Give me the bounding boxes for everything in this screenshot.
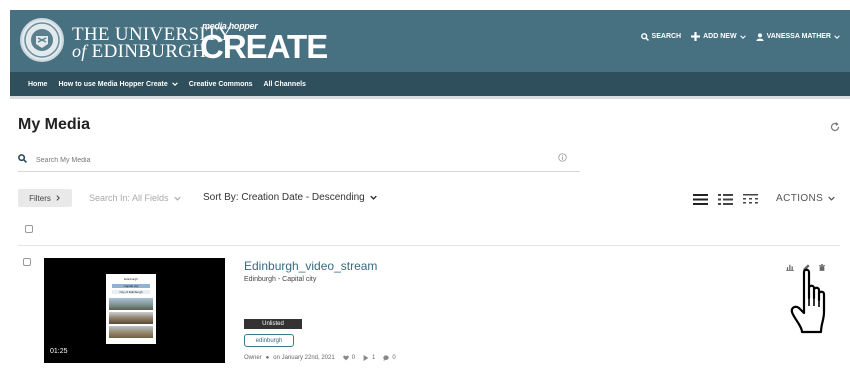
- select-all-checkbox[interactable]: [25, 225, 33, 233]
- actions-label: ACTIONS: [776, 193, 824, 204]
- header-actions: SEARCH ADD NEW VANESSA MATHER: [640, 32, 840, 41]
- thumbnail-slide-band: Capital city: [112, 284, 150, 288]
- thumbnail-slide-preview: Edinburgh Capital city City of Edinburgh: [106, 274, 156, 344]
- header-search-button[interactable]: SEARCH: [640, 32, 682, 41]
- nav-item-all-channels[interactable]: All Channels: [264, 81, 306, 88]
- meta-separator-dot: ●: [265, 355, 270, 361]
- entry-checkbox[interactable]: [23, 258, 31, 266]
- plays-count: 1: [372, 355, 376, 361]
- thumbnail-photo: [109, 298, 153, 310]
- thumbnail-photo: [109, 312, 153, 324]
- thumbnail-photo: [109, 326, 153, 338]
- plays-stat: 1: [363, 355, 375, 361]
- top-header: THE UNIVERSITY of EDINBURGH media hopper…: [10, 10, 850, 72]
- chevron-down-icon: [834, 34, 840, 39]
- list-view-icon[interactable]: [718, 194, 733, 205]
- comments-count: 0: [392, 355, 396, 361]
- entry-meta: Owner ● on January 22nd, 2021 0 1 0: [244, 355, 396, 361]
- info-icon[interactable]: [558, 153, 567, 162]
- chevron-down-icon: [828, 196, 835, 201]
- chevron-down-icon: [173, 196, 181, 201]
- nav-item-label: Creative Commons: [188, 80, 253, 88]
- entry-description: Edinburgh - Capital city: [244, 276, 317, 283]
- view-mode-switcher: [693, 194, 758, 205]
- chevron-right-icon: [56, 195, 60, 201]
- nav-item-label: How to use Media Hopper Create: [58, 80, 168, 88]
- header-user-menu[interactable]: VANESSA MATHER: [755, 32, 840, 41]
- comments-stat: 0: [383, 355, 396, 361]
- header-add-new-button[interactable]: ADD NEW: [691, 32, 746, 41]
- sort-by-label: Sort By: Creation Date - Descending: [203, 192, 365, 203]
- nav-divider: [10, 96, 850, 99]
- thumbnail-slide-caption: City of Edinburgh: [119, 290, 143, 294]
- main-navigation: Home How to use Media Hopper Create Crea…: [10, 72, 850, 96]
- header-add-new-label: ADD NEW: [703, 33, 737, 40]
- search-bar: [18, 150, 580, 172]
- header-search-label: SEARCH: [651, 33, 682, 40]
- page-title: My Media: [18, 116, 91, 133]
- nav-item-home[interactable]: Home: [28, 81, 47, 88]
- user-icon: [755, 32, 764, 41]
- nav-item-how-to-use[interactable]: How to use Media Hopper Create: [58, 80, 178, 88]
- entry-thumbnail[interactable]: Edinburgh Capital city City of Edinburgh…: [44, 258, 225, 363]
- entry-date: on January 22nd, 2021: [273, 355, 335, 361]
- filters-label: Filters: [29, 193, 51, 203]
- entry-tag[interactable]: edinburgh: [244, 334, 294, 347]
- filters-button[interactable]: Filters: [18, 189, 72, 207]
- list-divider: [18, 245, 840, 246]
- likes-count: 0: [351, 355, 356, 361]
- chevron-down-icon: [369, 195, 377, 200]
- thumbnail-slide-band: City of Edinburgh: [112, 290, 150, 294]
- comment-icon: [383, 355, 390, 361]
- logo-create-text: CREATE: [200, 28, 328, 65]
- university-name-of: of: [72, 41, 87, 61]
- thumbnail-slide-title: Edinburgh: [124, 277, 138, 281]
- university-name-line2: EDINBURGH: [91, 41, 207, 62]
- chevron-down-icon: [171, 82, 178, 87]
- detailed-view-icon[interactable]: [693, 194, 708, 205]
- search-in-label: Search In: All Fields: [89, 193, 169, 203]
- university-crest-logo[interactable]: [20, 18, 64, 62]
- likes-stat: 0: [342, 355, 356, 361]
- entry-owner-label: Owner: [244, 355, 262, 361]
- play-icon: [363, 355, 369, 361]
- plus-icon: [691, 32, 701, 41]
- pointer-hand-icon: [790, 268, 826, 334]
- status-badge: Unlisted: [244, 319, 302, 329]
- table-view-icon[interactable]: [743, 194, 758, 205]
- sort-by-dropdown[interactable]: Sort By: Creation Date - Descending: [203, 192, 377, 203]
- nav-item-creative-commons[interactable]: Creative Commons: [189, 81, 253, 88]
- actions-dropdown[interactable]: ACTIONS: [776, 193, 835, 204]
- refresh-icon[interactable]: [830, 122, 840, 132]
- header-user-label: VANESSA MATHER: [766, 33, 831, 40]
- nav-item-label: All Channels: [263, 80, 306, 88]
- search-input[interactable]: [36, 153, 536, 167]
- entry-duration: 01:25: [50, 348, 68, 355]
- entry-title-link[interactable]: Edinburgh_video_stream: [244, 259, 377, 273]
- heart-icon: [342, 355, 349, 361]
- search-in-dropdown[interactable]: Search In: All Fields: [89, 193, 181, 203]
- nav-item-label: Home: [28, 80, 48, 88]
- chevron-down-icon: [739, 34, 746, 39]
- thumbnail-slide-subtitle: Capital city: [123, 284, 139, 288]
- search-icon: [640, 32, 649, 41]
- search-icon: [18, 154, 27, 163]
